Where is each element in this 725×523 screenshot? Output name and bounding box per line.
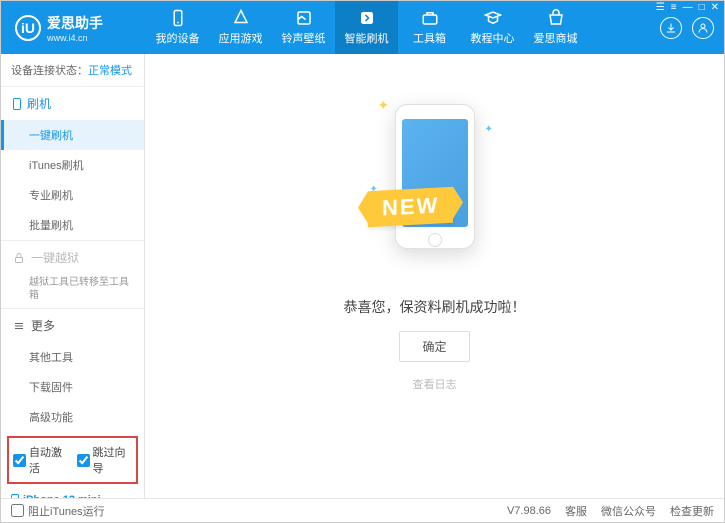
- user-button[interactable]: [692, 17, 714, 39]
- connection-status: 设备连接状态：正常模式: [1, 54, 144, 87]
- close-icon[interactable]: ✕: [711, 2, 719, 13]
- sidebar: 设备连接状态：正常模式 刷机 一键刷机 iTunes刷机 专业刷机 批量刷机 一…: [1, 54, 145, 498]
- checkbox-label: 阻止iTunes运行: [28, 503, 105, 519]
- logo-icon: iU: [15, 15, 41, 41]
- body: 设备连接状态：正常模式 刷机 一键刷机 iTunes刷机 专业刷机 批量刷机 一…: [1, 54, 724, 498]
- status-mode: 正常模式: [88, 65, 132, 77]
- user-icon: [697, 22, 709, 34]
- new-ribbon: NEW: [368, 187, 453, 227]
- phone-icon: [13, 98, 21, 110]
- menu-icon: [13, 320, 25, 332]
- jailbreak-note: 越狱工具已转移至工具箱: [1, 274, 144, 308]
- wallpaper-icon: [295, 9, 313, 27]
- version-label: V7.98.66: [507, 505, 551, 517]
- status-label: 设备连接状态：: [11, 65, 88, 77]
- brand-logo[interactable]: iU 爱思助手 www.i4.cn: [1, 13, 146, 43]
- sidebar-title: 一键越狱: [31, 249, 79, 266]
- phone-icon: [169, 9, 187, 27]
- nav-ringtones[interactable]: 铃声壁纸: [272, 1, 335, 54]
- nav-toolbox[interactable]: 工具箱: [398, 1, 461, 54]
- window-controls: ☰ ≡ — □ ✕: [656, 2, 719, 13]
- maximize-icon[interactable]: □: [699, 2, 705, 13]
- checkbox-label: 自动激活: [29, 444, 69, 476]
- sparkle-icon: ✦: [378, 97, 390, 114]
- confirm-button[interactable]: 确定: [399, 331, 469, 362]
- menu-icon[interactable]: ☰: [656, 2, 665, 13]
- nav-label: 铃声壁纸: [282, 30, 326, 46]
- nav-apps[interactable]: 应用游戏: [209, 1, 272, 54]
- download-icon: [665, 22, 677, 34]
- brand-name: 爱思助手: [47, 13, 103, 33]
- titlebar-actions: [660, 17, 724, 39]
- sidebar-more-header[interactable]: 更多: [1, 308, 144, 342]
- view-log-link[interactable]: 查看日志: [413, 376, 457, 392]
- apps-icon: [232, 9, 250, 27]
- phone-home-button: [428, 233, 442, 247]
- sidebar-flash-header[interactable]: 刷机: [1, 87, 144, 120]
- support-link[interactable]: 客服: [565, 503, 587, 519]
- lock-icon[interactable]: ≡: [671, 2, 677, 13]
- options-highlight-box: 自动激活 跳过向导: [7, 436, 138, 484]
- nav-store[interactable]: 爱思商城: [524, 1, 587, 54]
- wechat-link[interactable]: 微信公众号: [601, 503, 656, 519]
- sidebar-item-itunes-flash[interactable]: iTunes刷机: [1, 150, 144, 180]
- nav-label: 教程中心: [471, 30, 515, 46]
- toolbox-icon: [421, 9, 439, 27]
- nav-tutorials[interactable]: 教程中心: [461, 1, 524, 54]
- nav-label: 我的设备: [156, 30, 200, 46]
- auto-activate-input[interactable]: [13, 454, 26, 467]
- nav-flash[interactable]: 智能刷机: [335, 1, 398, 54]
- main-nav: 我的设备 应用游戏 铃声壁纸 智能刷机 工具箱 教程中心: [146, 1, 660, 54]
- sidebar-jailbreak-header[interactable]: 一键越狱: [1, 240, 144, 274]
- sidebar-item-other-tools[interactable]: 其他工具: [1, 342, 144, 372]
- check-update-link[interactable]: 检查更新: [670, 503, 714, 519]
- checkbox-label: 跳过向导: [93, 444, 133, 476]
- nav-my-device[interactable]: 我的设备: [146, 1, 209, 54]
- sidebar-title: 刷机: [27, 95, 51, 112]
- success-illustration: ✦ ✦ ✦ NEW: [360, 89, 510, 279]
- main-content: ✦ ✦ ✦ NEW 恭喜您，保资料刷机成功啦！ 确定 查看日志: [145, 54, 724, 498]
- auto-activate-checkbox[interactable]: 自动激活: [13, 444, 69, 476]
- success-message: 恭喜您，保资料刷机成功啦！: [344, 297, 526, 317]
- sidebar-item-oneclick-flash[interactable]: 一键刷机: [1, 120, 144, 150]
- flash-icon: [358, 9, 376, 27]
- sidebar-item-download-firmware[interactable]: 下载固件: [1, 372, 144, 402]
- nav-label: 智能刷机: [345, 30, 389, 46]
- app-window: ☰ ≡ — □ ✕ iU 爱思助手 www.i4.cn 我的设备 应用游戏 铃声…: [0, 0, 725, 523]
- sidebar-item-batch-flash[interactable]: 批量刷机: [1, 210, 144, 240]
- titlebar: iU 爱思助手 www.i4.cn 我的设备 应用游戏 铃声壁纸 智能刷机: [1, 1, 724, 54]
- skip-guide-checkbox[interactable]: 跳过向导: [77, 444, 133, 476]
- sidebar-item-pro-flash[interactable]: 专业刷机: [1, 180, 144, 210]
- block-itunes-input[interactable]: [11, 504, 24, 517]
- footer: 阻止iTunes运行 V7.98.66 客服 微信公众号 检查更新: [1, 498, 724, 522]
- nav-label: 爱思商城: [534, 30, 578, 46]
- download-button[interactable]: [660, 17, 682, 39]
- lock-icon: [13, 252, 25, 264]
- sidebar-item-advanced[interactable]: 高级功能: [1, 402, 144, 432]
- sparkle-icon: ✦: [485, 124, 493, 135]
- minimize-icon[interactable]: —: [683, 2, 693, 13]
- device-panel[interactable]: iPhone 12 mini 64GB Down-12mini-13,1: [1, 488, 144, 498]
- brand-url: www.i4.cn: [47, 33, 103, 43]
- tutorial-icon: [484, 9, 502, 27]
- nav-label: 工具箱: [413, 30, 446, 46]
- footer-right: V7.98.66 客服 微信公众号 检查更新: [507, 503, 714, 519]
- skip-guide-input[interactable]: [77, 454, 90, 467]
- block-itunes-checkbox[interactable]: 阻止iTunes运行: [11, 503, 105, 519]
- store-icon: [547, 9, 565, 27]
- nav-label: 应用游戏: [219, 30, 263, 46]
- sidebar-title: 更多: [31, 317, 55, 334]
